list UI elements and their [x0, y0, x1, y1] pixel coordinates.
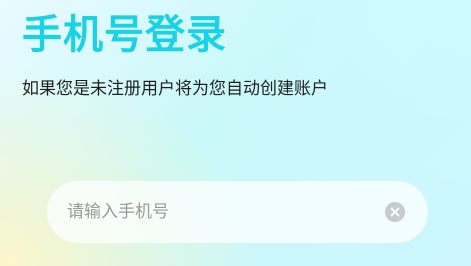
page-title: 手机号登录	[22, 12, 227, 58]
phone-input-container[interactable]	[47, 181, 428, 243]
close-icon	[390, 207, 400, 217]
page-subtitle: 如果您是未注册用户将为您自动创建账户	[22, 79, 328, 99]
clear-input-button[interactable]	[385, 202, 405, 222]
phone-number-input[interactable]	[67, 181, 367, 243]
